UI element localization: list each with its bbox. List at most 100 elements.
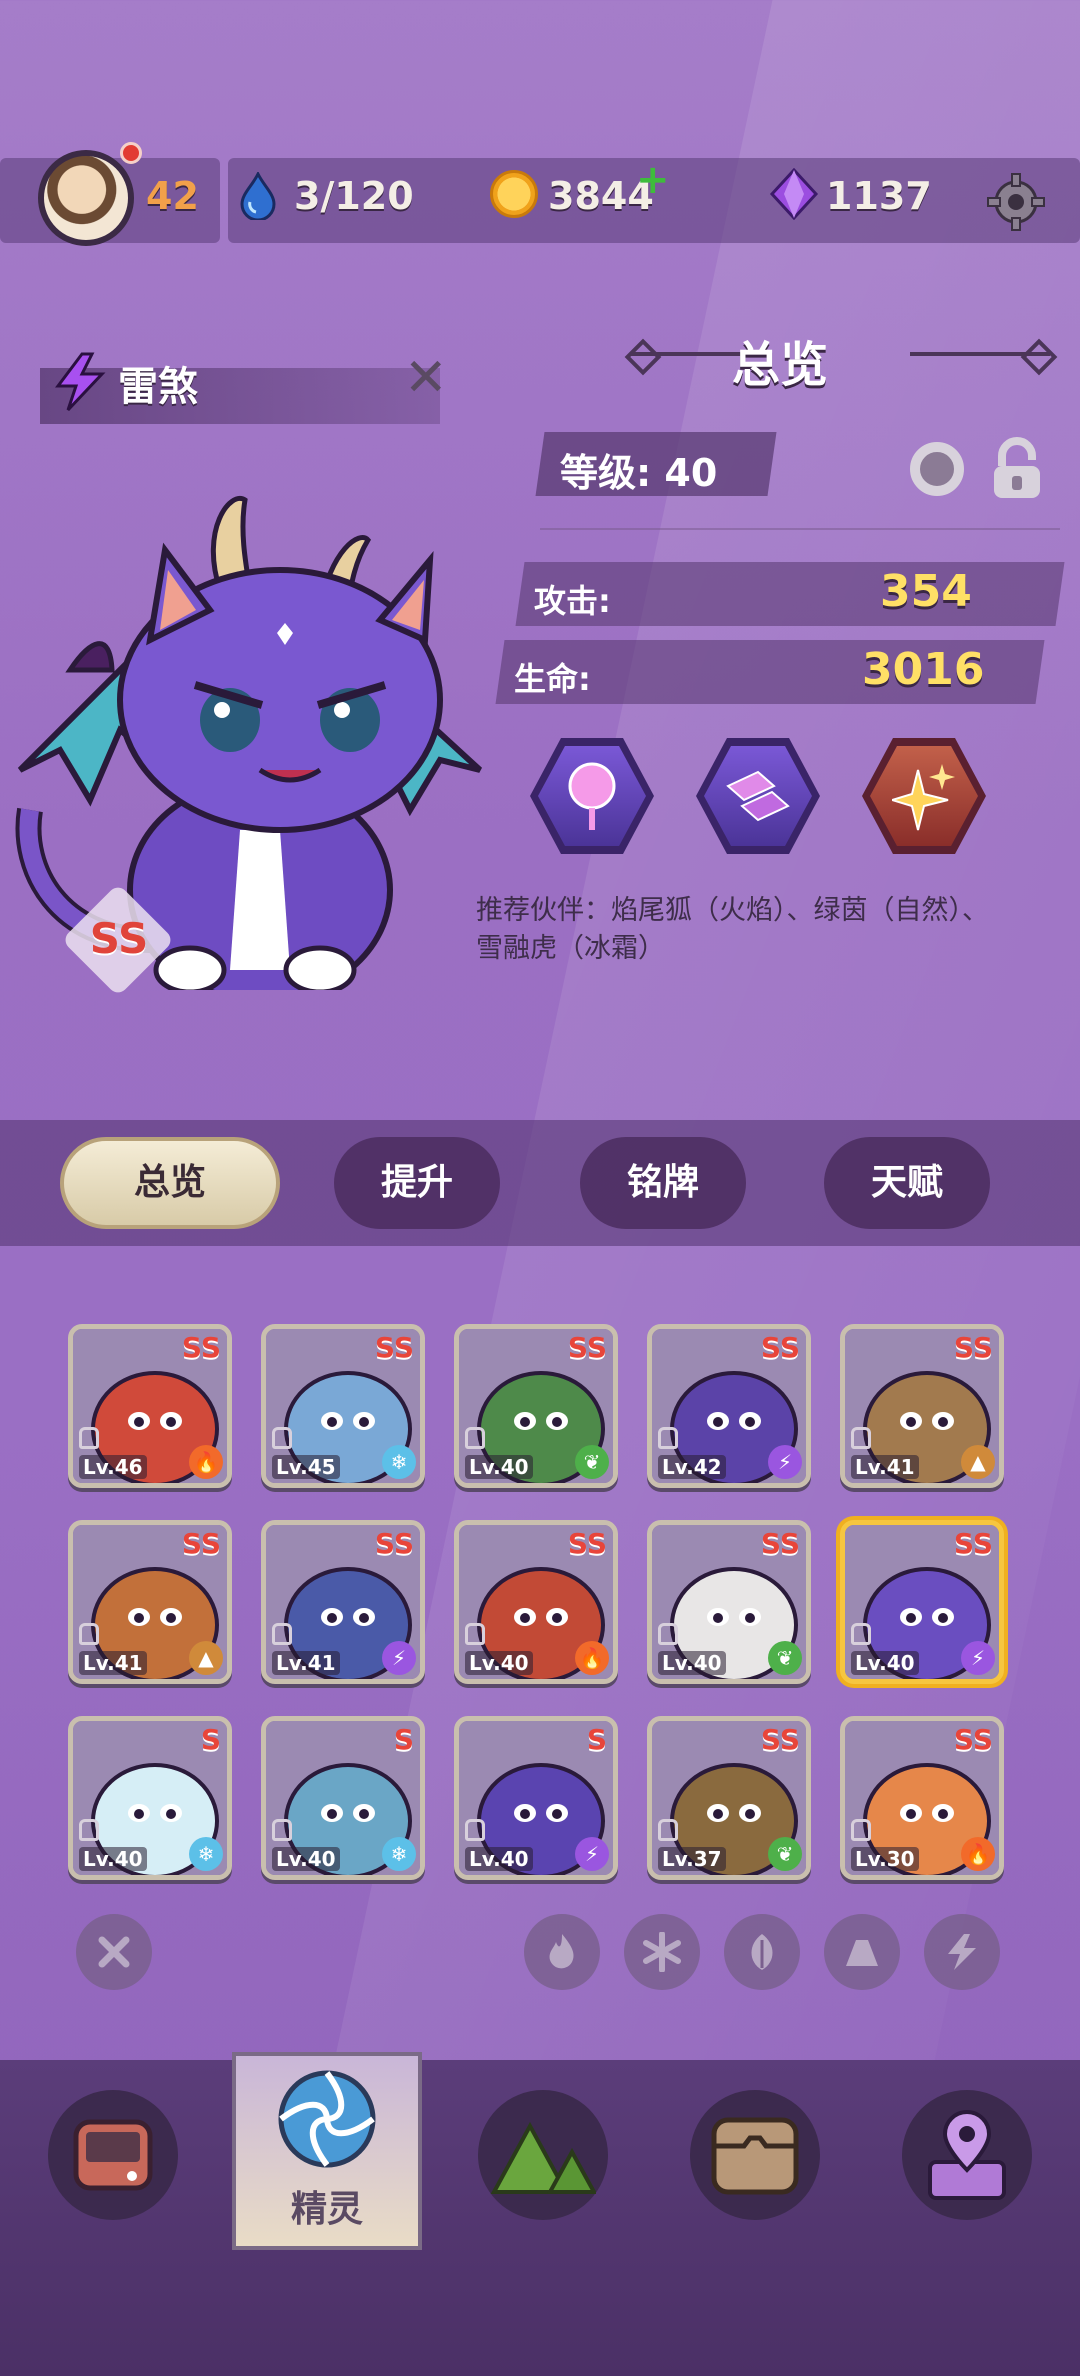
filter-fire-button[interactable] — [524, 1914, 600, 1990]
pet-card[interactable]: S Lv.40 ⚡ — [454, 1716, 618, 1880]
nav-bag-button[interactable] — [690, 2090, 820, 2220]
pet-card[interactable]: S Lv.40 ❄ — [261, 1716, 425, 1880]
pet-card[interactable]: SS Lv.37 ❦ — [647, 1716, 811, 1880]
nav-map-button[interactable] — [478, 2090, 608, 2220]
pet-card[interactable]: SS Lv.40 ❦ — [454, 1324, 618, 1488]
filter-nature-button[interactable] — [724, 1914, 800, 1990]
pet-level: Lv.40 — [272, 1847, 340, 1871]
pet-rank: SS — [181, 1331, 221, 1364]
ring-icon[interactable] — [910, 442, 964, 496]
gem-icon — [769, 168, 819, 220]
pet-card[interactable]: SS Lv.30 🔥 — [840, 1716, 1004, 1880]
location-pin-icon — [928, 2109, 1006, 2200]
pet-level: Lv.40 — [465, 1847, 533, 1871]
pet-rank: S — [586, 1723, 607, 1756]
thunder-element-icon: ⚡ — [961, 1641, 995, 1675]
lock-icon — [79, 1623, 99, 1645]
pet-level: Lv.30 — [851, 1847, 919, 1871]
fire-element-icon: 🔥 — [575, 1641, 609, 1675]
pet-rank: SS — [567, 1527, 607, 1560]
lock-icon — [658, 1819, 678, 1841]
pet-rank: SS — [953, 1527, 993, 1560]
attack-value: 354 — [880, 566, 972, 617]
pet-level: Lv.41 — [79, 1651, 147, 1675]
pet-rank: S — [393, 1723, 414, 1756]
divider — [540, 528, 1060, 530]
settings-gear-icon[interactable] — [986, 172, 1046, 232]
lock-icon — [851, 1427, 871, 1449]
crystal-icon — [726, 770, 790, 822]
filter-thunder-button[interactable] — [924, 1914, 1000, 1990]
pet-rank: SS — [374, 1331, 414, 1364]
lock-icon — [465, 1427, 485, 1449]
lock-icon — [658, 1623, 678, 1645]
nav-location-button[interactable] — [902, 2090, 1032, 2220]
skill-button-2[interactable] — [696, 738, 820, 854]
hp-label: 生命: — [514, 660, 591, 698]
pet-rank: SS — [181, 1527, 221, 1560]
clear-filter-button[interactable] — [76, 1914, 152, 1990]
pet-card[interactable]: SS Lv.41 ⚡ — [261, 1520, 425, 1684]
pet-card[interactable]: SS Lv.41 ▲ — [840, 1324, 1004, 1488]
skill-button-1[interactable] — [530, 738, 654, 854]
tab-nameplate[interactable]: 铭牌 — [580, 1137, 746, 1229]
pet-card[interactable]: S Lv.40 ❄ — [68, 1716, 232, 1880]
tab-upgrade[interactable]: 提升 — [334, 1137, 500, 1229]
mountain-icon — [846, 1940, 878, 1966]
tab-talent[interactable]: 天赋 — [824, 1137, 990, 1229]
pet-card[interactable]: SS Lv.40 🔥 — [454, 1520, 618, 1684]
nature-element-icon: ❦ — [768, 1837, 802, 1871]
pet-level: 等级: 40 — [560, 451, 718, 495]
pet-level: Lv.41 — [851, 1455, 919, 1479]
pet-rank: S — [200, 1723, 221, 1756]
lock-icon — [272, 1623, 292, 1645]
player-avatar[interactable] — [38, 150, 134, 246]
pet-level: Lv.41 — [272, 1651, 340, 1675]
add-coins-button[interactable]: + — [636, 160, 670, 200]
pet-card[interactable]: SS Lv.46 🔥 — [68, 1324, 232, 1488]
pet-portrait — [15, 496, 483, 990]
ice-element-icon: ❄ — [189, 1837, 223, 1871]
lock-icon — [79, 1819, 99, 1841]
nature-element-icon: ❦ — [768, 1641, 802, 1675]
tab-overview[interactable]: 总览 — [60, 1137, 280, 1229]
pet-rank: SS — [760, 1527, 800, 1560]
notification-dot — [120, 142, 142, 164]
nav-battle-button[interactable] — [48, 2090, 178, 2220]
pet-level: Lv.40 — [465, 1455, 533, 1479]
filter-ice-button[interactable] — [624, 1914, 700, 1990]
pet-card[interactable]: SS Lv.40 ⚡ — [840, 1520, 1004, 1684]
pet-rank: SS — [953, 1331, 993, 1364]
thunder-element-icon: ⚡ — [575, 1837, 609, 1871]
chest-icon — [711, 2117, 799, 2195]
lock-icon — [851, 1819, 871, 1841]
pet-card[interactable]: SS Lv.40 ❦ — [647, 1520, 811, 1684]
player-level: 42 — [146, 174, 199, 218]
pet-rank: SS — [374, 1527, 414, 1560]
stamina-value: 3/120 — [294, 174, 414, 218]
pet-level: Lv.46 — [79, 1455, 147, 1479]
mountain-icon — [490, 2121, 596, 2194]
title-ornament-left — [624, 338, 662, 376]
sparkle-icon — [892, 764, 955, 831]
close-icon[interactable]: ✕ — [404, 352, 448, 404]
pet-card[interactable]: SS Lv.41 ▲ — [68, 1520, 232, 1684]
pet-card[interactable]: SS Lv.42 ⚡ — [647, 1324, 811, 1488]
pet-swirl-icon — [278, 2070, 376, 2168]
recommended-partners: 推荐伙伴：焰尾狐（火焰）、绿茵（自然）、雪融虎（冰霜） — [476, 895, 989, 964]
filter-earth-button[interactable] — [824, 1914, 900, 1990]
lock-icon — [465, 1623, 485, 1645]
pet-card[interactable]: SS Lv.45 ❄ — [261, 1324, 425, 1488]
skill-button-3[interactable] — [862, 738, 986, 854]
orb-icon — [568, 762, 616, 830]
ice-element-icon: ❄ — [382, 1445, 416, 1479]
lock-icon[interactable] — [988, 436, 1046, 502]
gem-value: 1137 — [826, 174, 932, 218]
attack-label: 攻击: — [534, 582, 611, 620]
thunder-element-icon: ⚡ — [382, 1641, 416, 1675]
earth-element-icon: ▲ — [189, 1641, 223, 1675]
pet-level: Lv.40 — [79, 1847, 147, 1871]
console-icon — [73, 2119, 153, 2191]
pet-rank: SS — [953, 1723, 993, 1756]
lightning-icon — [948, 1934, 976, 1970]
